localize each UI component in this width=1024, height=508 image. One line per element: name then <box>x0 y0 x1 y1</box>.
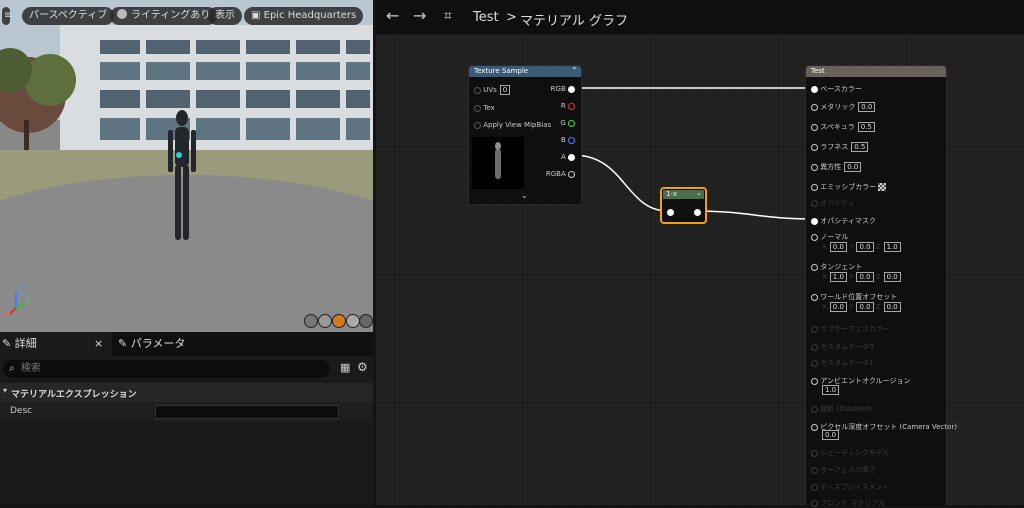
displacement-label: ディスプレイスメント <box>820 483 890 491</box>
normal-values: X 0.0 Y 0.0 Z 1.0 <box>822 242 901 252</box>
result-node-header[interactable]: Test <box>806 66 946 77</box>
pin-a[interactable]: A <box>561 153 575 161</box>
pin-mipbias-label: Apply View MipBias <box>483 121 552 129</box>
pin-emissive[interactable]: エミッシブカラー <box>811 182 887 192</box>
surface-thickness-label: サーフェスの厚さ <box>820 466 876 474</box>
opacity-label: オパシティ <box>820 199 855 207</box>
pin-roughness[interactable]: ラフネス 0.5 <box>811 142 869 152</box>
wpo-x[interactable]: 0.0 <box>829 302 847 312</box>
pin-tangent[interactable]: タンジェント <box>811 262 862 272</box>
anisotropy-value[interactable]: 0.0 <box>844 162 862 172</box>
normal-z[interactable]: 1.0 <box>883 242 901 252</box>
wire-oneminus-to-opacitymask <box>693 210 813 220</box>
pin-displacement: ディスプレイスメント <box>811 482 890 492</box>
expand-icon[interactable]: ⌄ <box>521 191 528 200</box>
pin-rgb[interactable]: RGB <box>551 85 575 93</box>
tangent-z[interactable]: 0.0 <box>883 272 901 282</box>
tangent-values: X 1.0 Y 0.0 Z 0.0 <box>822 272 901 282</box>
front-material-label: フロント マテリアル <box>820 499 886 507</box>
pdo-value[interactable]: 0.0 <box>822 430 840 440</box>
pin-refraction: 屈折 (Disabled) <box>811 404 872 414</box>
wpo-y[interactable]: 0.0 <box>856 302 874 312</box>
pin-b[interactable]: B <box>561 136 575 144</box>
wpo-values: X 0.0 Y 0.0 Z 0.0 <box>822 302 901 312</box>
pin-specular[interactable]: スペキュラ 0.5 <box>811 122 875 132</box>
pdo-value-row: 0.0 <box>822 430 840 440</box>
pin-g[interactable]: G <box>560 119 575 127</box>
pin-normal[interactable]: ノーマル <box>811 232 848 242</box>
anisotropy-label: 異方性 <box>820 163 842 171</box>
pin-custom1: カスタムデータ1 <box>811 358 874 368</box>
pin-wpo[interactable]: ワールド位置オフセット <box>811 292 897 302</box>
custom0-label: カスタムデータ0 <box>820 343 874 351</box>
pin-subsurface: サブサーフェスカラー <box>811 324 890 334</box>
refraction-label: 屈折 (Disabled) <box>820 405 873 413</box>
pin-base-color[interactable]: ベースカラー <box>811 84 862 94</box>
normal-label: ノーマル <box>820 233 849 241</box>
one-minus-title: 1-x <box>666 190 678 198</box>
pin-rgba-label: RGBA <box>545 170 566 178</box>
metallic-label: メタリック <box>820 103 856 111</box>
pin-tex[interactable]: Tex <box>474 104 495 112</box>
pin-front-material: フロント マテリアル <box>811 498 885 508</box>
pin-uvs[interactable]: UVs 0 <box>474 85 511 95</box>
tangent-y[interactable]: 0.0 <box>856 272 874 282</box>
pin-rgba[interactable]: RGBA <box>546 170 575 178</box>
ao-value[interactable]: 1.0 <box>822 385 840 395</box>
material-result-node[interactable]: Test ベースカラー メタリック 0.0 スペキュラ 0.5 ラフネス 0.5 異方… <box>805 65 957 508</box>
pin-mipbias[interactable]: Apply View MipBias <box>474 121 551 129</box>
pin-custom0: カスタムデータ0 <box>811 342 874 352</box>
one-minus-node[interactable]: 1-x ⌄ <box>660 187 707 224</box>
opacity-mask-label: オパシティマスク <box>820 217 876 225</box>
collapse-icon[interactable]: ⌃ <box>571 66 578 75</box>
emissive-color-swatch[interactable] <box>878 183 887 191</box>
pin-surface-thickness: サーフェスの厚さ <box>811 465 876 475</box>
specular-value[interactable]: 0.5 <box>857 122 875 132</box>
tangent-x[interactable]: 1.0 <box>829 272 847 282</box>
roughness-value[interactable]: 0.5 <box>851 142 869 152</box>
ao-label: アンビエントオクルージョン <box>820 377 911 385</box>
pin-metallic[interactable]: メタリック 0.0 <box>811 102 876 112</box>
pin-g-label: G <box>560 119 566 127</box>
wire-a-to-oneminus <box>572 154 668 212</box>
pin-a-label: A <box>560 153 566 161</box>
wpo-label: ワールド位置オフセット <box>820 293 898 301</box>
shading-model-label: シェーディングモデル <box>820 449 890 457</box>
pin-r[interactable]: R <box>561 102 575 110</box>
specular-label: スペキュラ <box>820 123 855 131</box>
metallic-value[interactable]: 0.0 <box>858 102 876 112</box>
tangent-label: タンジェント <box>820 263 863 271</box>
custom1-label: カスタムデータ1 <box>820 359 874 367</box>
normal-y[interactable]: 0.0 <box>856 242 874 252</box>
emissive-label: エミッシブカラー <box>820 183 877 191</box>
texture-sample-node[interactable]: Texture Sample ⌃ UVs 0 Tex Apply View Mip… <box>468 65 582 205</box>
pin-uvs-label: UVs <box>483 86 497 94</box>
base-color-label: ベースカラー <box>820 85 862 93</box>
subsurface-label: サブサーフェスカラー <box>820 325 890 333</box>
chevron-down-icon[interactable]: ⌄ <box>696 189 702 197</box>
texture-node-title: Texture Sample <box>474 67 529 75</box>
pin-r-label: R <box>560 102 566 110</box>
one-minus-input-pin[interactable] <box>667 209 674 216</box>
one-minus-header[interactable]: 1-x ⌄ <box>663 189 704 199</box>
pin-opacity: オパシティ <box>811 198 855 208</box>
pin-b-label: B <box>560 136 566 144</box>
uvs-value[interactable]: 0 <box>499 85 511 95</box>
pdo-label: ピクセル深度オフセット (Camera Vector) <box>820 423 957 431</box>
pin-anisotropy[interactable]: 異方性 0.0 <box>811 162 862 172</box>
ao-value-row: 1.0 <box>822 385 840 395</box>
pin-opacity-mask[interactable]: オパシティマスク <box>811 216 876 226</box>
wpo-z[interactable]: 0.0 <box>883 302 901 312</box>
pin-shading-model: シェーディングモデル <box>811 448 890 458</box>
texture-preview <box>472 137 524 189</box>
one-minus-output-pin[interactable] <box>694 209 701 216</box>
roughness-label: ラフネス <box>820 143 849 151</box>
pin-tex-label: Tex <box>483 104 495 112</box>
result-node-title: Test <box>811 67 825 75</box>
texture-node-header[interactable]: Texture Sample ⌃ <box>469 66 581 77</box>
normal-x[interactable]: 0.0 <box>829 242 847 252</box>
pin-rgb-label: RGB <box>550 85 566 93</box>
